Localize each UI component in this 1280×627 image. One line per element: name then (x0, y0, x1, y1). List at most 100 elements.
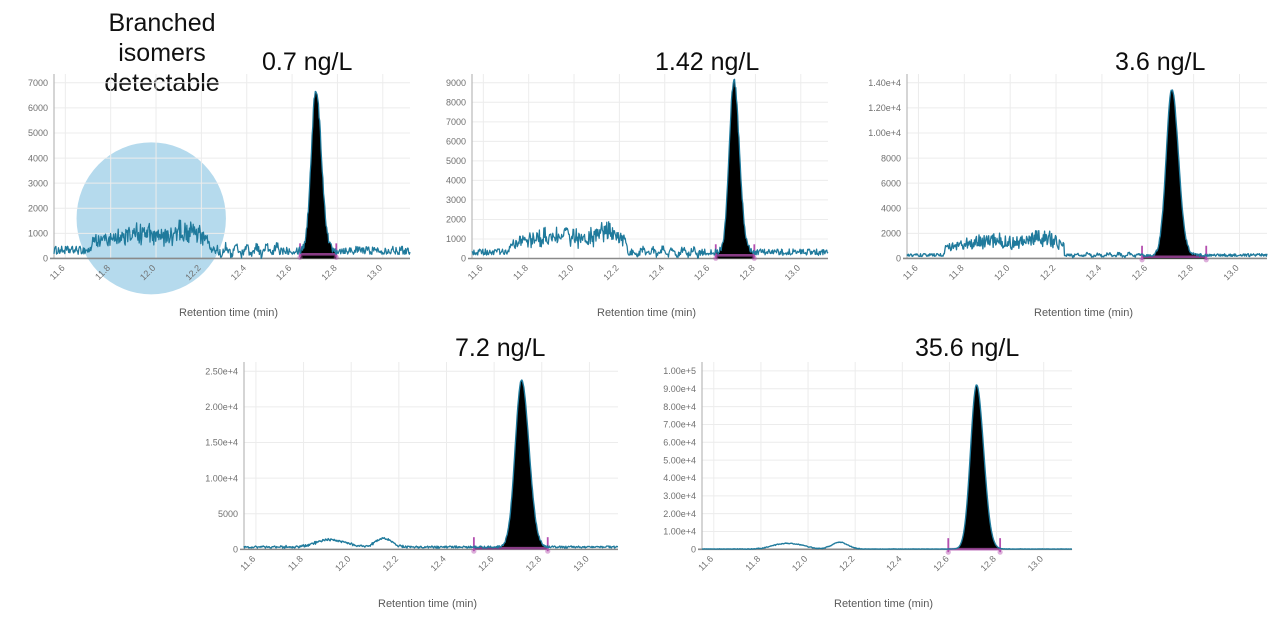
x-tick-label: 13.0 (1221, 263, 1240, 282)
y-tick-label: 0 (691, 545, 696, 555)
y-tick-label: 6000 (881, 178, 901, 188)
x-tick-label: 12.0 (333, 554, 352, 573)
integration-anchor-dot (545, 548, 551, 554)
y-tick-label: 2.00e+4 (663, 509, 696, 519)
y-tick-label: 4.00e+4 (663, 473, 696, 483)
y-tick-label: 1.50e+4 (205, 438, 238, 448)
y-tick-label: 5000 (28, 128, 48, 138)
chromatogram-trace (906, 89, 1268, 259)
x-tick-label: 11.8 (511, 263, 530, 282)
chromatogram-trace (471, 78, 829, 259)
integration-anchor-dot (945, 549, 951, 555)
x-tick-label: 12.6 (274, 263, 293, 282)
chromatogram-trace (243, 379, 619, 549)
chromatogram-plot-area: 0 2000 4000 6000 8000 1.00e+4 1.20e+4 1.40e+4 11… (868, 74, 1268, 282)
y-tick-label: 2000 (881, 229, 901, 239)
x-tick-label: 12.2 (381, 554, 400, 573)
x-tick-label: 12.4 (647, 263, 666, 282)
y-tick-label: 0 (461, 254, 466, 264)
x-tick-label: 12.8 (1176, 263, 1195, 282)
y-tick-label: 4000 (28, 153, 48, 163)
y-tick-label: 3000 (446, 195, 466, 205)
integration-anchor-dot (471, 548, 477, 554)
integration-anchor-dot (1203, 257, 1209, 263)
panel-title-concentration: 0.7 ng/L (262, 48, 353, 76)
x-tick-label: 11.8 (286, 554, 305, 573)
chromatogram-plot-area: 0 1000 2000 3000 4000 5000 6000 7000 8000 9000 11.… (446, 74, 829, 282)
x-tick-label: 12.8 (319, 263, 338, 282)
y-tick-label: 5000 (446, 156, 466, 166)
panel-title-concentration: 3.6 ng/L (1115, 48, 1206, 76)
integration-anchor-dot (997, 549, 1003, 555)
x-tick-label: 12.8 (979, 554, 998, 573)
x-tick-label: 11.6 (696, 554, 715, 573)
x-axis-title: Retention time (min) (1034, 307, 1134, 319)
x-tick-label: 12.0 (992, 263, 1011, 282)
x-tick-label: 11.6 (466, 263, 485, 282)
integration-anchor-dot (751, 255, 757, 261)
y-tick-label: 1.20e+4 (868, 103, 901, 113)
chromatogram-panel-2: 0 1000 2000 3000 4000 5000 6000 7000 8000 9000 11.… (426, 60, 836, 325)
x-tick-label: 12.6 (1130, 263, 1149, 282)
x-tick-label: 12.4 (1084, 263, 1103, 282)
gridlines (244, 362, 618, 550)
gridlines (472, 74, 828, 260)
x-tick-label: 11.8 (947, 263, 966, 282)
chromatogram-plot-area: 0100020003000400050006000700011.6 11.8 12.… (28, 74, 411, 295)
chromatogram-panel-4: 0 5000 1.00e+4 1.50e+4 2.00e+4 2.50e+4 11.6 11.… (186, 348, 626, 616)
y-tick-label: 1.00e+4 (868, 128, 901, 138)
x-tick-label: 12.4 (229, 263, 248, 282)
x-tick-label: 12.6 (476, 554, 495, 573)
chromatogram-plot-area: 0 5000 1.00e+4 1.50e+4 2.00e+4 2.50e+4 11.6 11.… (205, 362, 619, 573)
x-tick-label: 12.2 (1038, 263, 1057, 282)
x-axis-title: Retention time (min) (834, 598, 934, 610)
chromatogram-trace (701, 384, 1073, 551)
y-tick-label: 9.00e+4 (663, 384, 696, 394)
y-tick-label: 3000 (28, 178, 48, 188)
x-tick-label: 12.6 (692, 263, 711, 282)
y-tick-label: 5.00e+4 (663, 455, 696, 465)
panel-title-concentration: 7.2 ng/L (455, 334, 546, 362)
y-tick-label: 8.00e+4 (663, 402, 696, 412)
y-tick-label: 2.50e+4 (205, 366, 238, 376)
x-tick-label: 12.8 (737, 263, 756, 282)
y-tick-label: 4000 (881, 203, 901, 213)
y-tick-label: 0 (43, 254, 48, 264)
y-tick-label: 0 (896, 254, 901, 264)
y-tick-label: 5000 (218, 509, 238, 519)
x-tick-label: 13.0 (1026, 554, 1045, 573)
y-tick-label: 7.00e+4 (663, 420, 696, 430)
y-tick-label: 0 (233, 545, 238, 555)
x-tick-label: 12.4 (428, 554, 447, 573)
y-tick-label: 1.00e+4 (205, 473, 238, 483)
integrated-peak-fill (715, 79, 755, 259)
y-tick-label: 7000 (28, 78, 48, 88)
chromatogram-panel-3: 0 2000 4000 6000 8000 1.00e+4 1.20e+4 1.40e+4 11… (845, 60, 1275, 325)
integration-anchor-dot (713, 255, 719, 261)
y-tick-label: 9000 (446, 78, 466, 88)
gridlines (907, 74, 1267, 259)
y-tick-label: 1000 (28, 229, 48, 239)
gridlines (702, 362, 1072, 550)
x-axis-title: Retention time (min) (597, 307, 697, 319)
y-tick-label: 6.00e+4 (663, 437, 696, 447)
y-tick-label: 6000 (446, 137, 466, 147)
x-axis-title: Retention time (min) (378, 598, 478, 610)
x-tick-label: 12.6 (931, 554, 950, 573)
y-tick-label: 1.40e+4 (868, 78, 901, 88)
panel-title-concentration: 35.6 ng/L (915, 334, 1020, 362)
y-tick-label: 1.00e+4 (663, 527, 696, 537)
integration-anchor-dot (333, 254, 339, 260)
panel-title-concentration: 1.42 ng/L (655, 48, 760, 76)
y-tick-label: 4000 (446, 176, 466, 186)
x-tick-label: 12.2 (601, 263, 620, 282)
x-tick-label: 11.6 (901, 263, 920, 282)
chromatogram-plot-area: 0 1.00e+4 2.00e+4 3.00e+4 4.00e+4 5.00e+4 6.00… (663, 362, 1073, 573)
y-tick-label: 2.00e+4 (205, 402, 238, 412)
x-tick-label: 13.0 (365, 263, 384, 282)
x-axis-title: Retention time (min) (179, 307, 279, 319)
integration-anchor-dot (1139, 257, 1145, 263)
x-tick-label: 12.2 (837, 554, 856, 573)
x-tick-label: 12.0 (556, 263, 575, 282)
x-tick-label: 12.8 (524, 554, 543, 573)
